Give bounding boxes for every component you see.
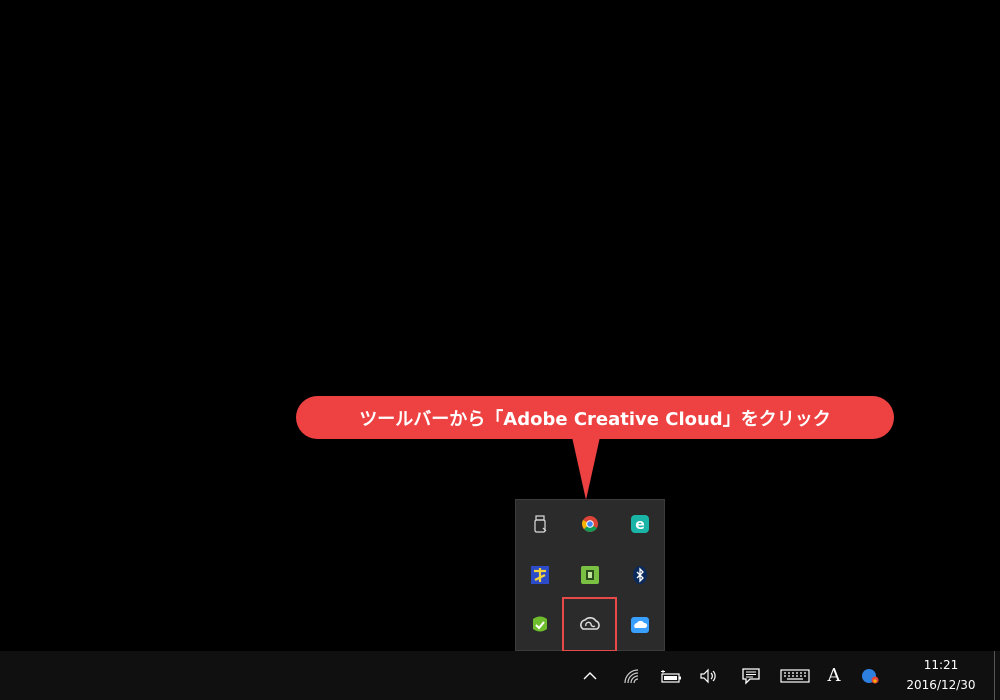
touch-keyboard-icon[interactable] — [778, 651, 812, 700]
line-icon[interactable] — [524, 609, 556, 641]
bluetooth-icon[interactable] — [624, 559, 656, 591]
usb-eject-icon[interactable] — [524, 508, 556, 540]
show-hidden-icons-chevron-icon[interactable] — [578, 651, 602, 700]
creative-cloud-highlight-box — [562, 597, 617, 652]
instruction-callout: ツールバーから「Adobe Creative Cloud」をクリック — [296, 396, 894, 439]
eset-icon[interactable]: e — [624, 508, 656, 540]
battery-icon[interactable] — [658, 651, 684, 700]
callout-pointer — [572, 437, 600, 500]
taskbar-clock[interactable]: 11:21 2016/12/30 — [900, 655, 982, 697]
app-status-icon[interactable] — [858, 651, 882, 700]
clock-date: 2016/12/30 — [906, 678, 976, 692]
svg-text:e: e — [635, 517, 645, 533]
chrome-icon[interactable] — [574, 508, 606, 540]
ime-mode-indicator[interactable]: A — [824, 651, 844, 700]
volume-icon[interactable] — [697, 651, 721, 700]
icloud-icon[interactable] — [624, 609, 656, 641]
show-desktop-button[interactable] — [994, 651, 1000, 700]
clock-time: 11:21 — [923, 658, 959, 672]
wifi-icon[interactable] — [620, 651, 644, 700]
evernote-icon[interactable] — [574, 559, 606, 591]
taskbar — [0, 651, 1000, 700]
action-center-icon[interactable] — [738, 651, 764, 700]
ime-mode-label: A — [827, 665, 841, 686]
callout-text: ツールバーから「Adobe Creative Cloud」をクリック — [359, 408, 831, 430]
hidemaru-icon[interactable] — [524, 559, 556, 591]
desktop — [0, 0, 1000, 651]
